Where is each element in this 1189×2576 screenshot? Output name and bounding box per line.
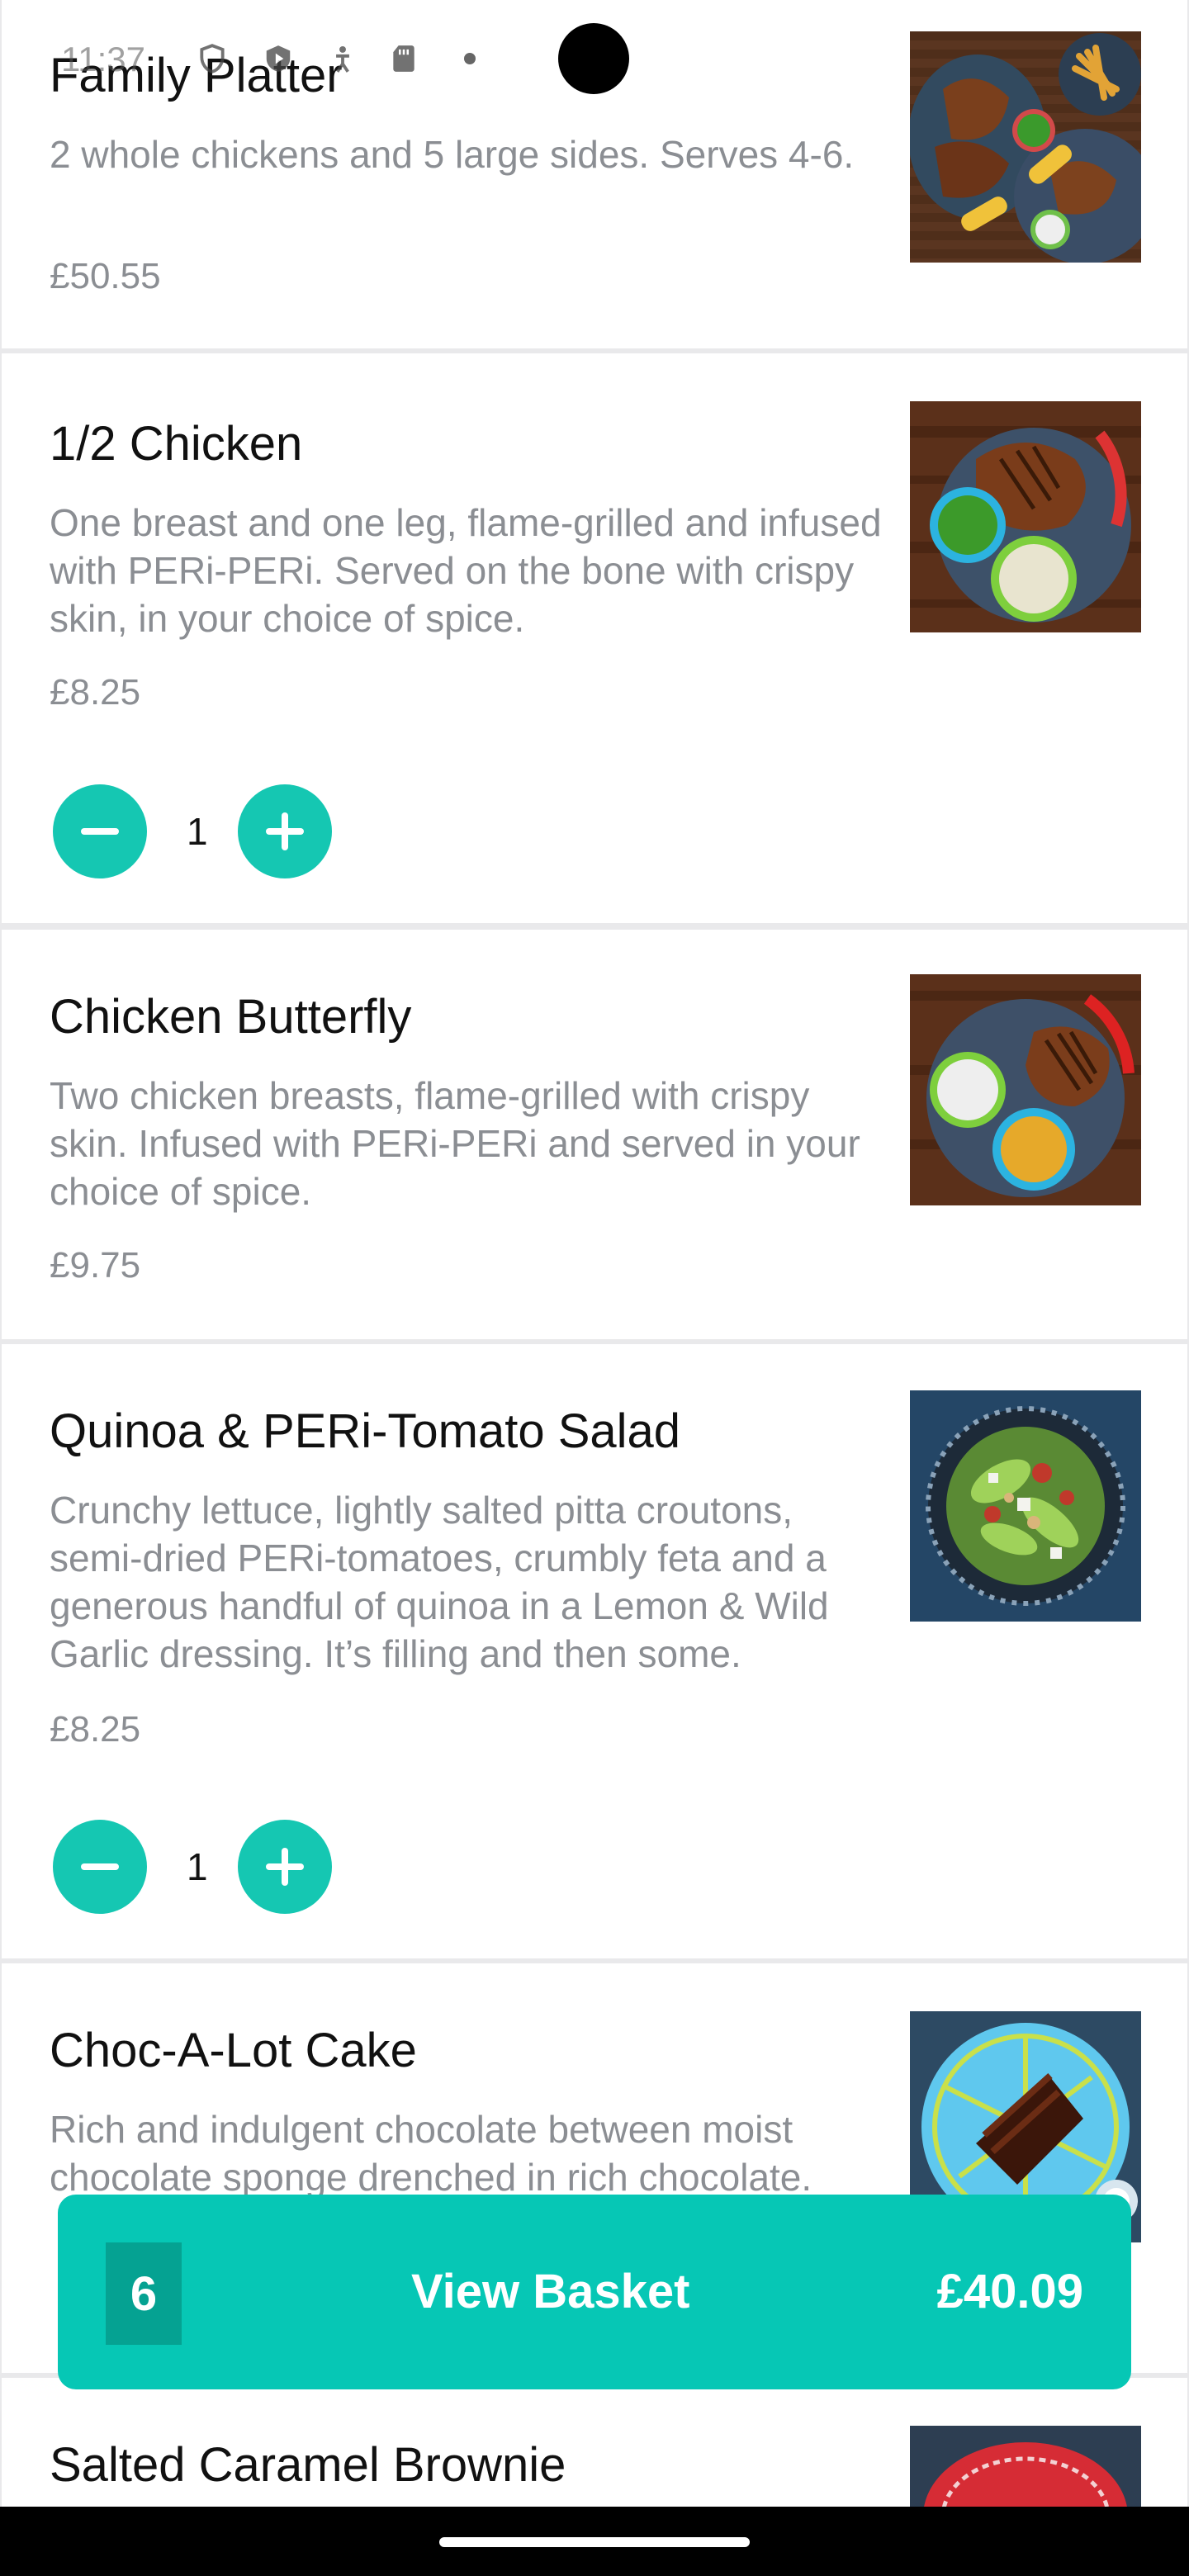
menu-item-half-chicken[interactable]: 1/2 Chicken One breast and one leg, flam… [2, 353, 1187, 766]
item-title: Choc-A-Lot Cake [50, 2024, 417, 2077]
item-price: £50.55 [50, 256, 161, 296]
item-title: 1/2 Chicken [50, 417, 303, 471]
item-description: One breast and one leg, flame-grilled an… [50, 501, 882, 640]
decrease-quantity-button[interactable] [53, 784, 147, 878]
item-title: Family Platter [50, 49, 343, 102]
item-title: Chicken Butterfly [50, 990, 412, 1044]
family-platter-image [910, 31, 1141, 263]
quantity-value: 1 [187, 1845, 208, 1888]
menu-item-chicken-butterfly[interactable]: Chicken Butterfly Two chicken breasts, f… [2, 930, 1187, 1339]
brownie-image [910, 2426, 1141, 2507]
menu-item-salted-caramel-brownie[interactable]: Salted Caramel Brownie [2, 2378, 1187, 2507]
quinoa-salad-image [910, 1390, 1141, 1622]
item-price: £9.75 [50, 1245, 141, 1286]
quantity-value: 1 [187, 810, 208, 853]
view-basket-label: View Basket [411, 2265, 690, 2318]
item-title: Quinoa & PERi-Tomato Salad [50, 1404, 681, 1458]
decrease-quantity-button[interactable] [53, 1820, 147, 1914]
item-description: Rich and indulgent chocolate between moi… [50, 2108, 812, 2199]
half-chicken-image [910, 401, 1141, 632]
menu-item-quinoa-salad[interactable]: Quinoa & PERi-Tomato Salad Crunchy lettu… [2, 1344, 1187, 1802]
item-description: Two chicken breasts, flame-grilled with … [50, 1074, 860, 1213]
system-navigation-bar [0, 2507, 1189, 2576]
basket-total: £40.09 [936, 2265, 1083, 2318]
view-basket-button[interactable]: 6 View Basket £40.09 [58, 2195, 1131, 2389]
half-chicken-quantity-row: 1 [2, 766, 1187, 923]
home-gesture-handle[interactable] [439, 2537, 750, 2547]
increase-quantity-button[interactable] [238, 1820, 332, 1914]
item-title: Salted Caramel Brownie [50, 2438, 566, 2492]
increase-quantity-button[interactable] [238, 784, 332, 878]
chicken-butterfly-image [910, 974, 1141, 1205]
basket-item-count: 6 [106, 2242, 182, 2345]
menu-item-family-platter[interactable]: Family Platter 2 whole chickens and 5 la… [2, 0, 1187, 348]
item-description: 2 whole chickens and 5 large sides. Serv… [50, 133, 855, 176]
item-description: Crunchy lettuce, lightly salted pitta cr… [50, 1489, 829, 1675]
quinoa-salad-quantity-row: 1 [2, 1802, 1187, 1958]
item-price: £8.25 [50, 1709, 141, 1750]
item-price: £8.25 [50, 672, 141, 713]
